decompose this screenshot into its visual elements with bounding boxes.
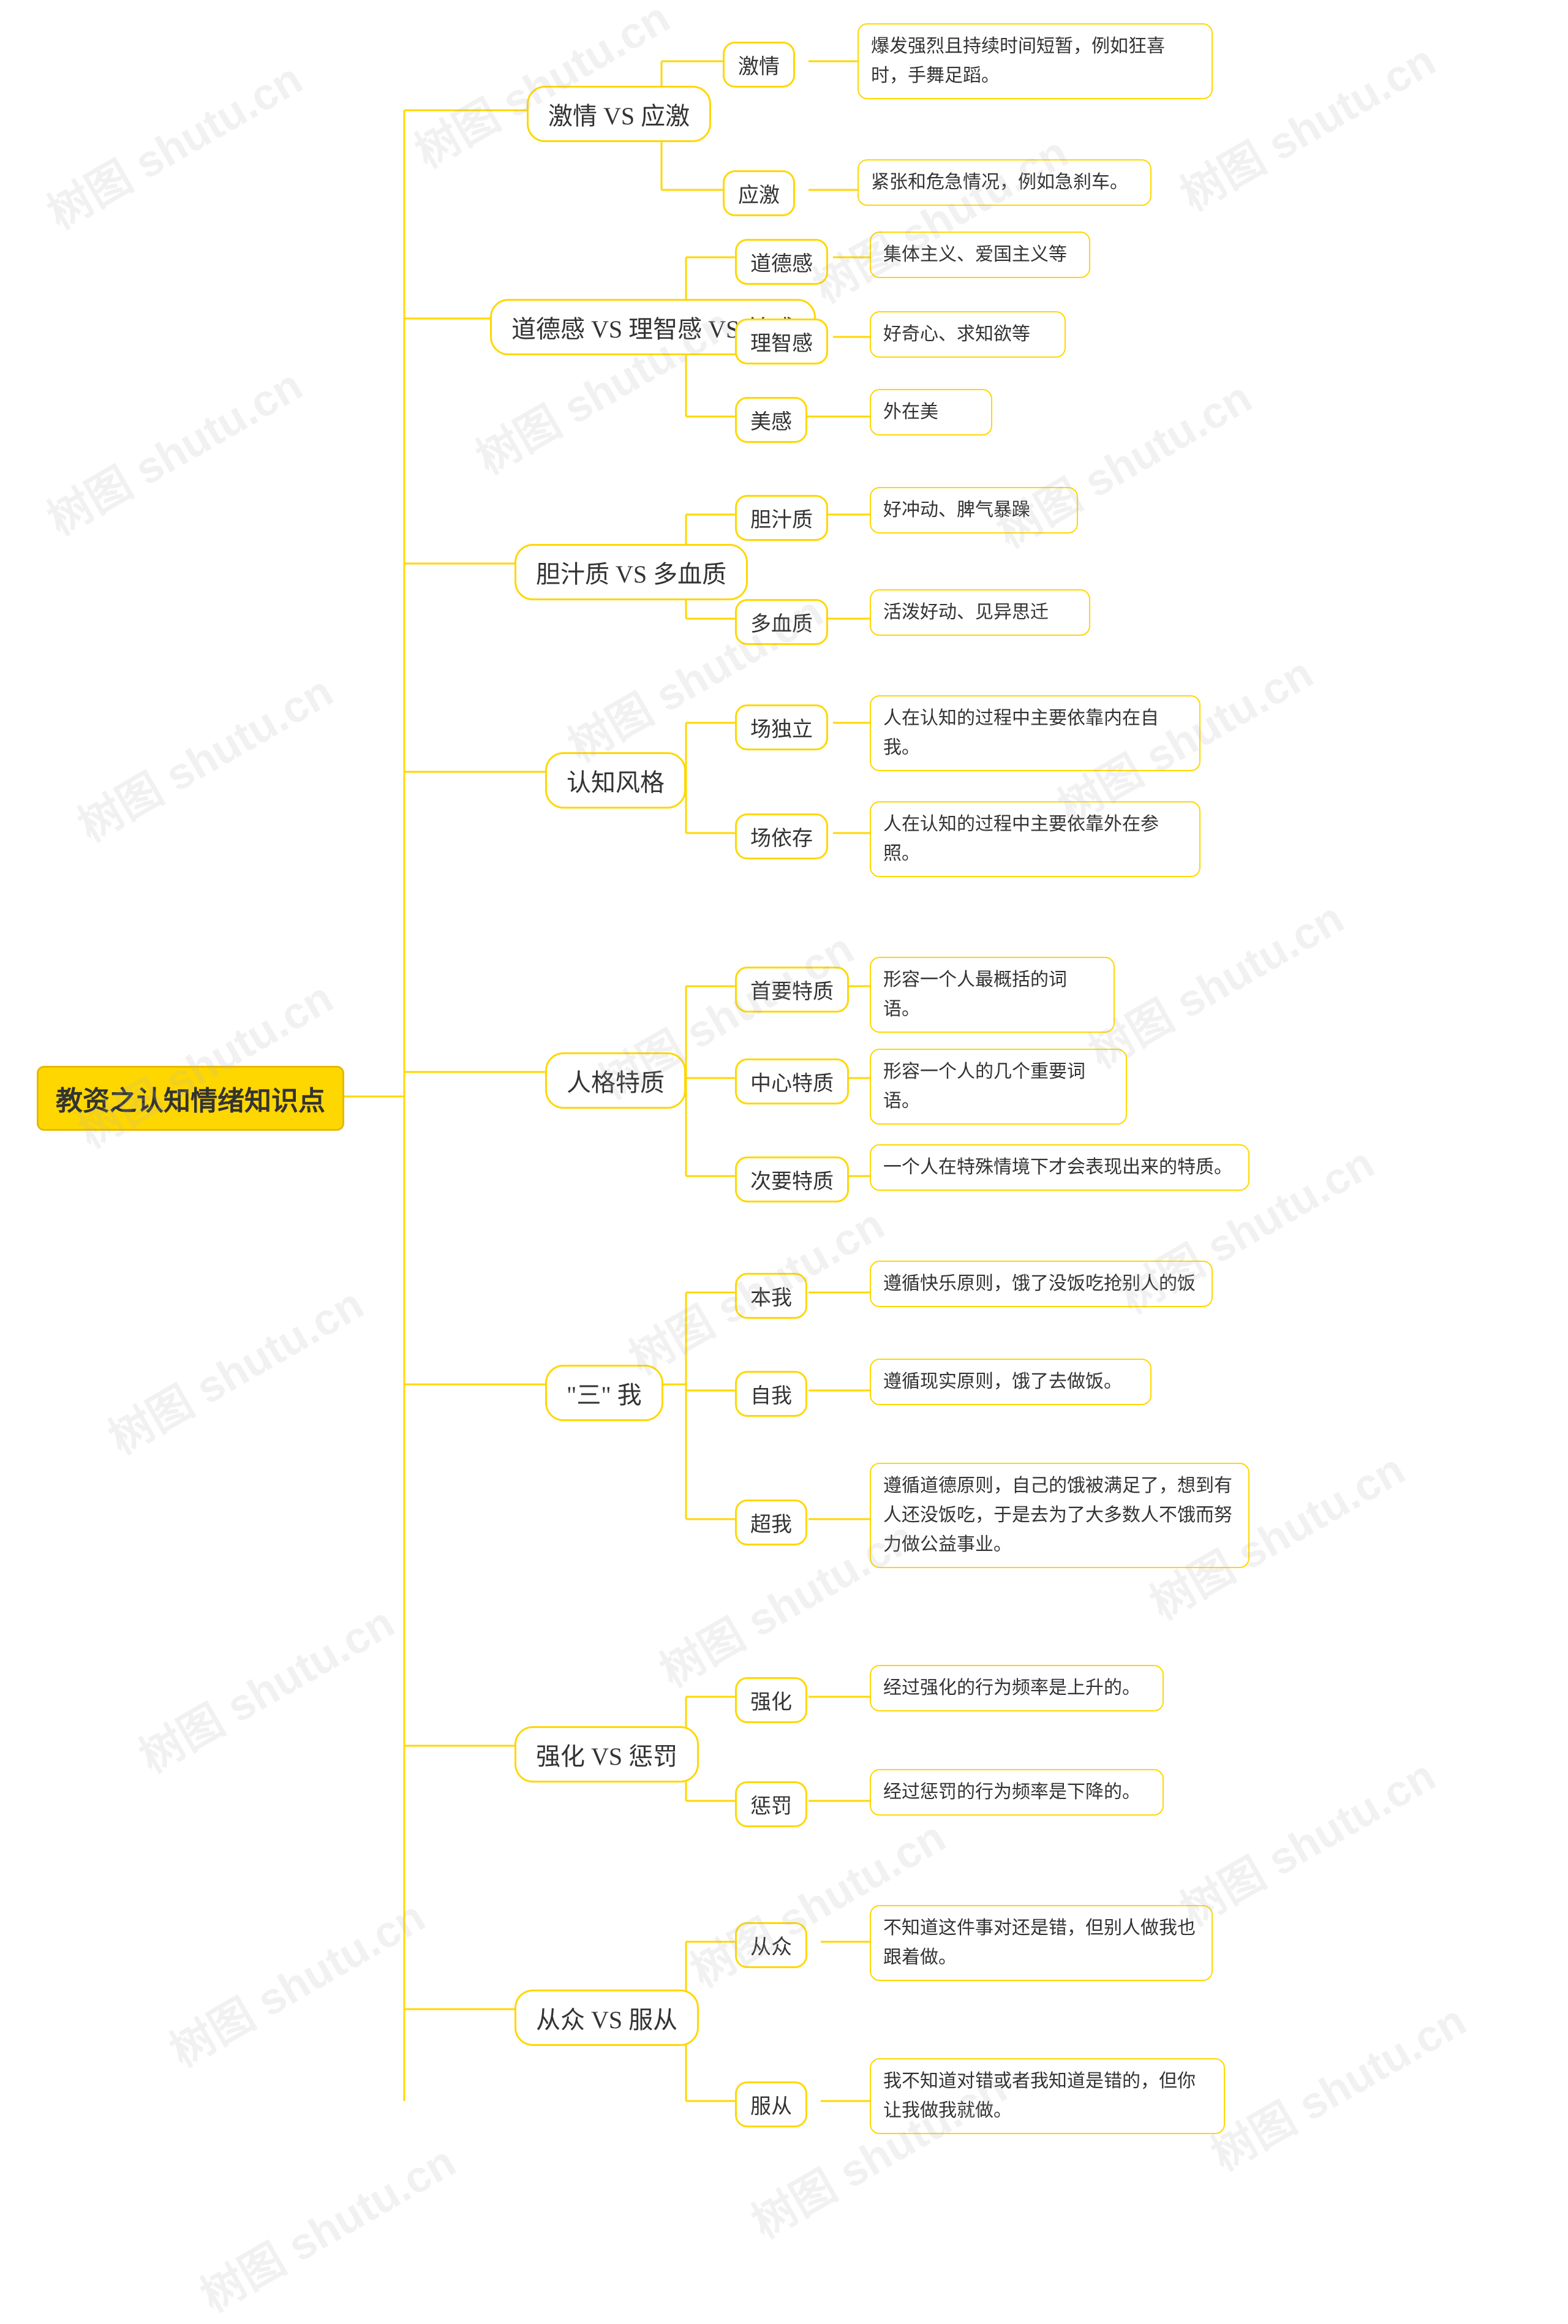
l1-jiqing: 激情 VS 应激 xyxy=(527,86,711,142)
l2-lizhigan: 理智感 xyxy=(735,319,828,364)
watermark: 树图 shutu.cn xyxy=(34,350,312,548)
l3-duoxuezhi-desc: 活泼好动、见异思迁 xyxy=(870,589,1090,636)
l2-meigan: 美感 xyxy=(735,397,807,443)
l2-changduli: 场独立 xyxy=(735,704,828,750)
l3-changduli-desc: 人在认知的过程中主要依靠内在自我。 xyxy=(870,695,1200,771)
watermark: 树图 shutu.cn xyxy=(64,656,342,854)
l3-benwo-desc: 遵循快乐原则，饿了没饭吃抢别人的饭 xyxy=(870,1261,1213,1307)
l3-jiqing-desc: 爆发强烈且持续时间短暂，例如狂喜时，手舞足蹈。 xyxy=(858,23,1213,99)
watermark: 树图 shutu.cn xyxy=(126,1587,404,1785)
l3-fucong-desc: 我不知道对错或者我知道是错的，但你让我做我就做。 xyxy=(870,2058,1225,2134)
l3-zhongxin-desc: 形容一个人的几个重要词语。 xyxy=(870,1049,1127,1125)
l3-congzhong-desc: 不知道这件事对还是错，但别人做我也跟着做。 xyxy=(870,1905,1213,1981)
l2-congzhong: 从众 xyxy=(735,1922,807,1968)
l2-jiqing: 激情 xyxy=(723,42,795,88)
l3-chaoawo-desc: 遵循道德原则，自己的饿被满足了，想到有人还没饭吃，于是去为了大多数人不饿而努力做… xyxy=(870,1463,1250,1568)
watermark: 树图 shutu.cn xyxy=(1197,1985,1476,2183)
l2-danzhizhi: 胆汁质 xyxy=(735,495,828,541)
l2-ciyao: 次要特质 xyxy=(735,1156,849,1202)
l3-chengfa-desc: 经过惩罚的行为频率是下降的。 xyxy=(870,1769,1164,1816)
l3-lizhigan-desc: 好奇心、求知欲等 xyxy=(870,311,1066,358)
l1-congzhong: 从众 VS 服从 xyxy=(514,1990,699,2046)
l1-renge: 人格特质 xyxy=(545,1052,686,1109)
watermark: 树图 shutu.cn xyxy=(95,1269,373,1466)
l1-qianghua: 强化 VS 惩罚 xyxy=(514,1726,699,1783)
l3-yingji-desc: 紧张和危急情况，例如急刹车。 xyxy=(858,159,1152,206)
l2-changycun: 场依存 xyxy=(735,813,828,859)
l3-danzhizhi-desc: 好冲动、脾气暴躁 xyxy=(870,487,1078,534)
l2-duoxuezhi: 多血质 xyxy=(735,599,828,645)
l2-zhongxin: 中心特质 xyxy=(735,1058,849,1104)
l2-daodegan: 道德感 xyxy=(735,239,828,285)
l2-ziwo: 自我 xyxy=(735,1371,807,1417)
l3-ziwo-desc: 遵循现实原则，饿了去做饭。 xyxy=(870,1359,1152,1405)
l3-meigan-desc: 外在美 xyxy=(870,389,992,436)
watermark: 树图 shutu.cn xyxy=(187,2126,465,2324)
l1-danzhi: 胆汁质 VS 多血质 xyxy=(514,544,748,600)
l3-shouyao-desc: 形容一个人最概括的词语。 xyxy=(870,957,1115,1033)
l3-changyicun-desc: 人在认知的过程中主要依靠外在参照。 xyxy=(870,801,1200,877)
l2-shouyao: 首要特质 xyxy=(735,967,849,1013)
l1-sanwo: "三" 我 xyxy=(545,1365,663,1421)
l3-ciyao-desc: 一个人在特殊情境下才会表现出来的特质。 xyxy=(870,1144,1250,1191)
l2-chengfa: 惩罚 xyxy=(735,1781,807,1827)
l3-qianghua-desc: 经过强化的行为频率是上升的。 xyxy=(870,1665,1164,1711)
watermark: 树图 shutu.cn xyxy=(34,43,312,241)
l3-daodegan-desc: 集体主义、爱国主义等 xyxy=(870,232,1090,278)
l2-fucong: 服从 xyxy=(735,2081,807,2127)
root-node: 教资之认知情绪知识点 xyxy=(37,1066,344,1131)
watermark: 树图 shutu.cn xyxy=(156,1881,434,2079)
mind-map: 树图 shutu.cn 树图 shutu.cn 树图 shutu.cn 树图 s… xyxy=(0,0,1568,2253)
l2-chaoawo: 超我 xyxy=(735,1500,807,1545)
l1-renzhi: 认知风格 xyxy=(545,752,686,809)
watermark: 树图 shutu.cn xyxy=(799,117,1077,315)
l2-benwo: 本我 xyxy=(735,1273,807,1319)
l2-qianghua: 强化 xyxy=(735,1677,807,1723)
l2-yingji: 应激 xyxy=(723,170,795,216)
